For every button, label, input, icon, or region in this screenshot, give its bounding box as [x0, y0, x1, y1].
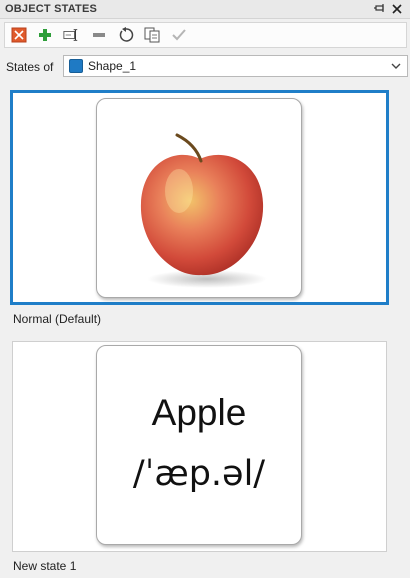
state-thumbnail: Apple /ˈæp.əl/ — [96, 345, 302, 545]
check-icon — [172, 29, 186, 41]
panel-title-bar: OBJECT STATES — [0, 0, 410, 19]
reset-state-button[interactable] — [118, 27, 134, 43]
chevron-down-icon — [391, 63, 401, 69]
state-card-normal[interactable] — [10, 90, 389, 305]
duplicate-icon — [144, 27, 160, 43]
states-of-dropdown[interactable]: Shape_1 — [63, 55, 408, 77]
reset-icon — [119, 27, 134, 42]
states-of-label: States of — [6, 60, 54, 74]
state-name: Normal (Default) — [13, 312, 102, 326]
remove-icon — [93, 33, 105, 37]
duplicate-state-button[interactable] — [144, 27, 160, 43]
panel-title: OBJECT STATES — [5, 3, 98, 15]
remove-button[interactable] — [91, 27, 107, 43]
close-icon[interactable] — [391, 2, 403, 16]
rename-state-icon — [63, 29, 78, 41]
state-text-pronunciation: /ˈæp.əl/ — [132, 454, 266, 494]
pin-icon[interactable] — [374, 3, 386, 15]
add-state-button[interactable] — [37, 27, 53, 43]
selected-object: Shape_1 — [88, 59, 137, 73]
states-toolbar — [4, 22, 407, 48]
shape-swatch — [69, 59, 83, 73]
delete-state-icon — [11, 27, 27, 43]
state-thumbnail — [96, 98, 302, 298]
delete-state-button[interactable] — [11, 27, 27, 43]
state-text-word: Apple — [151, 392, 247, 433]
done-button[interactable] — [171, 27, 187, 43]
state-card-new-state-1[interactable]: Apple /ˈæp.əl/ — [12, 341, 387, 552]
add-state-icon — [39, 29, 51, 41]
apple-image — [140, 133, 267, 288]
rename-state-button[interactable] — [63, 27, 79, 43]
state-name: New state 1 — [13, 559, 77, 573]
